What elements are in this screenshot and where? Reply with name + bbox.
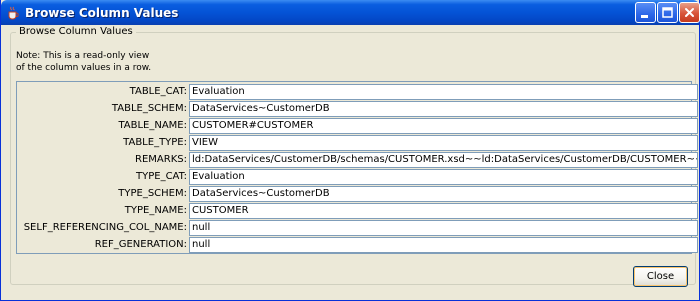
field-label: SELF_REFERENCING_COL_NAME:: [23, 222, 187, 233]
title-bar[interactable]: Browse Column Values: [1, 0, 700, 25]
window-title: Browse Column Values: [25, 5, 179, 20]
field-value[interactable]: VIEW: [189, 135, 698, 151]
field-label: TYPE_NAME:: [124, 205, 187, 216]
close-window-button[interactable]: [679, 2, 700, 23]
field-label: TABLE_NAME:: [118, 120, 187, 131]
field-label: TABLE_CAT:: [129, 86, 187, 97]
field-label: TABLE_SCHEM:: [111, 103, 187, 114]
note-line-2: of the column values in a row.: [16, 63, 152, 73]
group-legend: Browse Column Values: [16, 26, 136, 37]
dialog-window: Browse Column Values Browse Column Value…: [0, 0, 700, 301]
note-line-1: Note: This is a read-only view: [16, 51, 150, 61]
maximize-button[interactable]: [657, 2, 678, 23]
field-label: TABLE_TYPE:: [123, 137, 187, 148]
field-label: TYPE_CAT:: [136, 171, 187, 182]
field-value[interactable]: null: [189, 237, 698, 253]
field-value[interactable]: Evaluation: [189, 84, 698, 100]
minimize-button[interactable]: [635, 2, 656, 23]
field-value[interactable]: null: [189, 220, 698, 236]
field-row-type-name: TYPE_NAME: CUSTOMER: [17, 203, 698, 220]
field-label: TYPE_SCHEM:: [118, 188, 187, 199]
field-row-table-type: TABLE_TYPE: VIEW: [17, 135, 698, 152]
maximize-icon: [662, 7, 673, 18]
field-value[interactable]: DataServices~CustomerDB: [189, 186, 698, 202]
close-icon: [685, 8, 694, 17]
minimize-icon: [641, 15, 648, 18]
field-row-table-name: TABLE_NAME: CUSTOMER#CUSTOMER: [17, 118, 698, 135]
dialog-content: Browse Column Values Note: This is a rea…: [4, 25, 698, 298]
close-button[interactable]: Close: [633, 266, 688, 287]
field-label: REF_GENERATION:: [94, 239, 187, 250]
field-value[interactable]: CUSTOMER: [189, 203, 698, 219]
read-only-note: Note: This is a read-only view of the co…: [16, 50, 316, 74]
browse-group: Browse Column Values Note: This is a rea…: [10, 26, 698, 285]
field-value[interactable]: CUSTOMER#CUSTOMER: [189, 118, 698, 134]
field-row-self-referencing-col-name: SELF_REFERENCING_COL_NAME: null: [17, 220, 698, 237]
field-row-table-schem: TABLE_SCHEM: DataServices~CustomerDB: [17, 101, 698, 118]
field-row-table-cat: TABLE_CAT: Evaluation: [17, 84, 698, 101]
field-row-remarks: REMARKS: ld:DataServices/CustomerDB/sche…: [17, 152, 698, 169]
field-value[interactable]: DataServices~CustomerDB: [189, 101, 698, 117]
field-row-type-schem: TYPE_SCHEM: DataServices~CustomerDB: [17, 186, 698, 203]
column-values-panel: TABLE_CAT: Evaluation TABLE_SCHEM: DataS…: [16, 81, 698, 254]
field-label: REMARKS:: [135, 154, 187, 165]
field-row-ref-generation: REF_GENERATION: null: [17, 237, 698, 254]
java-cup-icon: [5, 5, 21, 21]
field-value[interactable]: ld:DataServices/CustomerDB/schemas/CUSTO…: [189, 152, 698, 168]
field-row-type-cat: TYPE_CAT: Evaluation: [17, 169, 698, 186]
field-value[interactable]: Evaluation: [189, 169, 698, 185]
